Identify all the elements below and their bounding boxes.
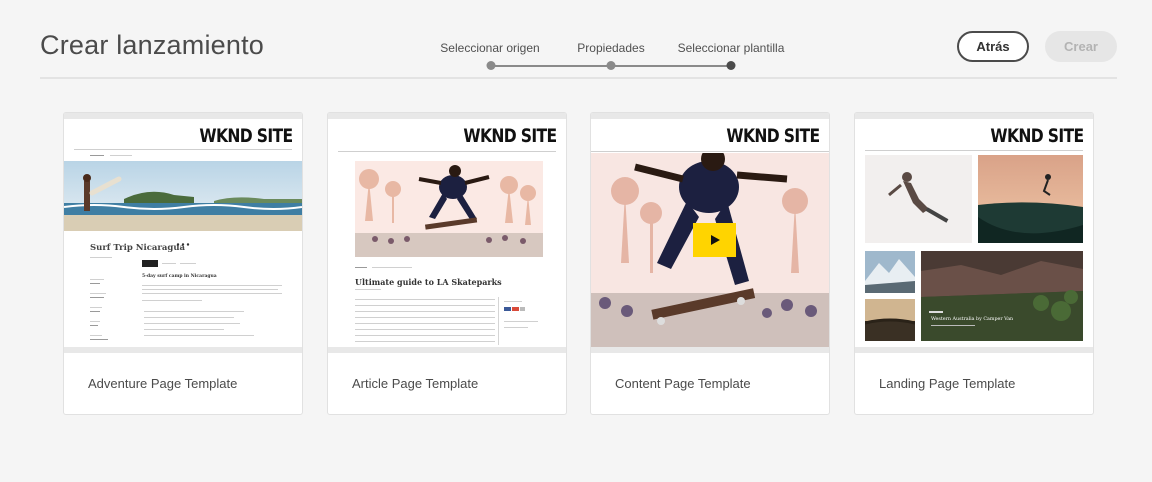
template-card-label: Article Page Template — [352, 376, 479, 391]
beach-hero-image — [64, 161, 302, 231]
sidebar-text — [504, 327, 528, 328]
tab-pill — [142, 260, 158, 267]
body-text — [355, 305, 495, 306]
step-label-select-template: Seleccionar plantilla — [677, 41, 785, 55]
video-play-button — [693, 223, 736, 257]
article-headline: Ultimate guide to LA Skateparks — [355, 277, 502, 287]
divider — [90, 257, 112, 258]
divider — [591, 151, 829, 152]
body-text — [355, 329, 495, 330]
meta-line — [90, 325, 98, 326]
wknd-logo: WKND SITE — [198, 125, 293, 147]
caption-line — [931, 325, 975, 326]
canyon-feature-image — [921, 251, 1083, 341]
template-thumbnail: WKND SITE — [64, 113, 302, 353]
byline — [355, 289, 381, 290]
bullet-line — [144, 329, 224, 330]
bullet-line — [144, 335, 254, 336]
meta-line — [90, 339, 108, 340]
sidebar-text — [504, 321, 538, 322]
step-label-properties: Propiedades — [577, 41, 645, 55]
sidebar-divider — [498, 297, 499, 345]
body-text — [142, 285, 282, 286]
meta-line — [90, 307, 102, 308]
breadcrumb — [372, 267, 412, 268]
step-dot-select-source — [486, 61, 496, 70]
page-header: Crear lanzamiento Seleccionar origen Pro… — [40, 0, 1117, 79]
meta-line — [90, 311, 100, 312]
bullet-line — [144, 317, 234, 318]
back-button[interactable]: Atrás — [957, 31, 1029, 62]
landing-caption: Western Australia by Camper Van — [931, 317, 1014, 322]
template-card-label: Landing Page Template — [879, 376, 1016, 391]
carousel-dots — [176, 233, 190, 246]
step-label-select-source: Seleccionar origen — [440, 41, 540, 55]
tab-link — [162, 263, 176, 264]
template-card-label: Content Page Template — [615, 376, 751, 391]
adventure-subheadline: 5-day surf camp in Nicaragua — [142, 274, 217, 279]
body-text — [355, 299, 495, 300]
divider — [74, 149, 292, 150]
step-connector — [492, 65, 609, 67]
template-thumbnail: WKND SITE — [855, 113, 1093, 353]
body-text — [142, 300, 202, 301]
body-text — [355, 311, 495, 312]
body-text — [142, 293, 282, 294]
meta-line — [90, 283, 100, 284]
template-thumbnail: WKND SITE — [328, 113, 566, 353]
body-text — [142, 289, 278, 290]
divider — [865, 150, 1083, 151]
sunset-tile-image — [865, 299, 915, 341]
body-text — [355, 335, 495, 336]
body-text — [355, 323, 495, 324]
template-card-article[interactable]: WKND SITE Ultimate guide to LA Skatepark… — [327, 112, 567, 415]
body-text — [355, 317, 495, 318]
wizard-stepper: Seleccionar origen Propiedades Seleccion… — [400, 38, 784, 72]
mountain-tile-image — [865, 251, 915, 293]
template-card-content[interactable]: WKND SITE Content Page Template — [590, 112, 830, 415]
tab-link — [180, 263, 196, 264]
step-dot-select-template — [726, 61, 736, 70]
meta-line — [90, 321, 100, 322]
meta-line — [90, 293, 106, 294]
step-dot-properties — [606, 61, 616, 70]
wknd-logo: WKND SITE — [725, 125, 820, 147]
body-text — [355, 341, 495, 342]
skateboarder-hero-image — [355, 161, 543, 257]
share-more-icon — [520, 307, 525, 311]
divider — [338, 151, 556, 152]
wknd-logo: WKND SITE — [989, 125, 1084, 147]
page-title: Crear lanzamiento — [40, 30, 265, 60]
template-card-landing[interactable]: WKND SITE Western Australia by Camper Va… — [854, 112, 1094, 415]
adventure-headline: Surf Trip Nicaragua — [90, 243, 186, 253]
step-connector — [613, 65, 729, 67]
meta-line — [90, 279, 104, 280]
template-thumbnail: WKND SITE — [591, 113, 829, 353]
wknd-logo: WKND SITE — [462, 125, 557, 147]
create-button[interactable]: Crear — [1045, 31, 1117, 62]
bullet-line — [144, 311, 244, 312]
share-facebook-icon — [504, 307, 511, 311]
share-label — [504, 301, 522, 302]
template-card-label: Adventure Page Template — [88, 376, 238, 391]
share-pinterest-icon — [512, 307, 519, 311]
template-card-adventure[interactable]: WKND SITE Surf Trip Nicaragua 5-day surf… — [63, 112, 303, 415]
nav-link — [110, 155, 132, 156]
skatepark-tile-image — [978, 155, 1083, 243]
meta-line — [90, 297, 104, 298]
meta-line — [90, 335, 102, 336]
bullet-line — [144, 323, 240, 324]
play-icon — [710, 235, 720, 245]
nav-link — [90, 155, 104, 156]
skater-tile-image — [865, 155, 972, 243]
breadcrumb — [355, 267, 367, 268]
